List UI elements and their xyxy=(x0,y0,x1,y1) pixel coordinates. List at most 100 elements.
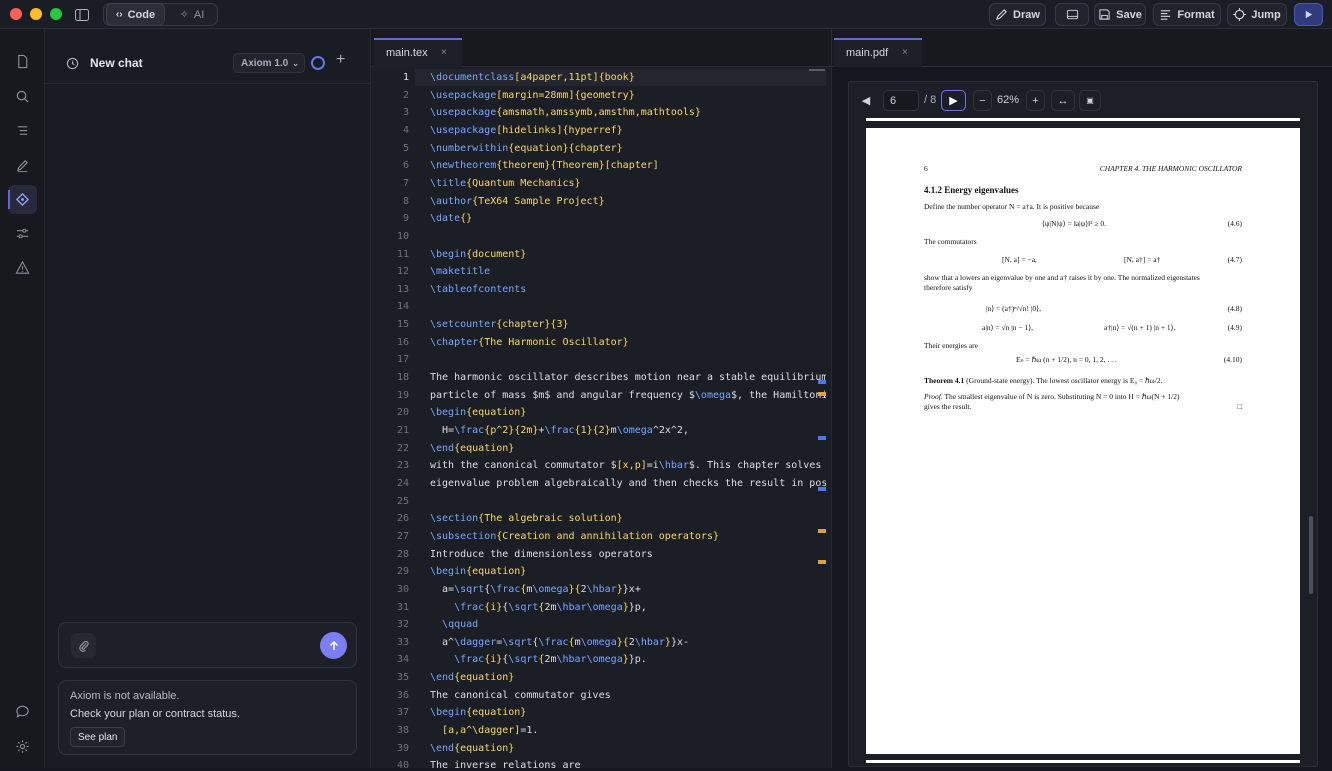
zoom-in-button[interactable]: + xyxy=(1026,90,1045,111)
code-line[interactable]: \usepackage[margin=28mm]{geometry} xyxy=(430,90,635,101)
code-line[interactable]: \begin{equation} xyxy=(430,707,526,718)
code-area[interactable]: \documentclass[a4paper,11pt]{book} \usepa… xyxy=(430,69,826,768)
rail-feedback[interactable] xyxy=(8,697,37,726)
ai-mode-button[interactable]: ✧ AI xyxy=(170,3,214,26)
see-plan-button[interactable]: See plan xyxy=(70,727,126,747)
scroll-marker xyxy=(818,529,826,533)
fit-width-button[interactable]: ↔ xyxy=(1051,90,1075,111)
send-button[interactable] xyxy=(320,632,347,659)
code-line[interactable]: \newtheorem{theorem}{Theorem}[chapter] xyxy=(430,160,659,171)
code-line[interactable]: \section{The algebraic solution} xyxy=(430,513,623,524)
chat-composer[interactable] xyxy=(58,622,357,668)
tab-main-pdf[interactable]: main.pdf xyxy=(834,38,922,67)
code-line[interactable]: with the canonical commutator $[x,p]=i\h… xyxy=(430,460,826,471)
code-line[interactable]: \end{equation} xyxy=(430,672,514,683)
paragraph: The commutators xyxy=(924,237,977,246)
code-line[interactable]: \begin{document} xyxy=(430,249,526,260)
rail-outline[interactable] xyxy=(8,116,37,145)
rail-ai[interactable] xyxy=(8,185,37,214)
close-tab-icon[interactable]: × xyxy=(441,47,447,58)
code-line[interactable]: \numberwithin{equation}{chapter} xyxy=(430,143,623,154)
line-number: 8 xyxy=(402,195,409,207)
line-number: 38 xyxy=(396,725,409,737)
sidebar-toggle-icon[interactable] xyxy=(73,7,90,22)
code-line[interactable]: \chapter{The Harmonic Oscillator} xyxy=(430,337,629,348)
new-chat-plus-icon[interactable]: + xyxy=(336,51,345,69)
zoom-window-button[interactable] xyxy=(50,8,62,20)
jump-button[interactable]: Jump xyxy=(1227,3,1287,26)
run-button[interactable] xyxy=(1294,3,1323,26)
code-line[interactable]: a=\sqrt{\frac{m\omega}{2\hbar}}x+ xyxy=(430,584,641,595)
close-tab-icon[interactable]: × xyxy=(902,47,908,58)
code-line[interactable]: a^\dagger=\sqrt{\frac{m\omega}{2\hbar}}x… xyxy=(430,637,689,648)
code-line[interactable]: particle of mass $m$ and angular frequen… xyxy=(430,390,826,401)
play-icon xyxy=(1305,10,1313,19)
code-line[interactable]: \frac{i}{\sqrt{2m\hbar\omega}}p, xyxy=(430,602,647,613)
code-line[interactable]: \frac{i}{\sqrt{2m\hbar\omega}}p. xyxy=(430,654,647,665)
code-line[interactable]: \author{TeX64 Sample Project} xyxy=(430,196,605,207)
code-line[interactable]: \tableofcontents xyxy=(430,284,526,295)
rail-draw[interactable] xyxy=(8,151,37,180)
close-window-button[interactable] xyxy=(10,8,22,20)
fit-width-icon: ↔ xyxy=(1057,94,1069,107)
minus-icon: − xyxy=(979,94,986,107)
format-lines-icon xyxy=(1161,10,1171,20)
page-header-chapter: CHAPTER 4. THE HARMONIC OSCILLATOR xyxy=(1099,164,1242,173)
code-icon: ‹› xyxy=(115,9,123,20)
prev-page-button[interactable]: ◀ xyxy=(853,90,879,111)
rail-files[interactable] xyxy=(8,47,37,76)
line-number: 1 xyxy=(402,72,409,83)
draw-button[interactable]: Draw xyxy=(989,3,1046,26)
code-line[interactable]: \maketitle xyxy=(430,266,490,277)
code-line[interactable]: Introduce the dimensionless operators xyxy=(430,549,653,560)
line-number: 18 xyxy=(396,372,409,384)
line-number: 26 xyxy=(396,513,409,525)
code-line[interactable]: \end{equation} xyxy=(430,443,514,454)
code-line[interactable]: \documentclass[a4paper,11pt]{book} xyxy=(430,72,635,83)
model-selector[interactable]: Axiom 1.0 ⌄ xyxy=(233,53,305,73)
code-line[interactable]: \subsection{Creation and annihilation op… xyxy=(430,531,719,542)
rail-problems[interactable] xyxy=(8,253,37,282)
code-line[interactable]: \date{} xyxy=(430,213,472,224)
code-mode-button[interactable]: ‹› Code xyxy=(106,3,165,26)
fit-page-icon: ▣ xyxy=(1086,96,1094,105)
rail-search[interactable] xyxy=(8,82,37,111)
code-line[interactable]: \begin{equation} xyxy=(430,407,526,418)
code-line[interactable]: \end{equation} xyxy=(430,743,514,754)
pdf-scrollbar[interactable] xyxy=(1309,516,1313,594)
activity-rail xyxy=(0,29,45,768)
code-line[interactable]: \begin{equation} xyxy=(430,566,526,577)
code-line[interactable]: H=\frac{p^2}{2m}+\frac{1}{2}m\omega^2x^2… xyxy=(430,425,689,436)
code-line[interactable]: eigenvalue problem algebraically and the… xyxy=(430,478,826,489)
code-line[interactable]: The canonical commutator gives xyxy=(430,690,611,701)
code-line[interactable]: The harmonic oscillator describes motion… xyxy=(430,372,826,383)
format-button[interactable]: Format xyxy=(1153,3,1221,26)
line-number: 7 xyxy=(402,177,409,189)
page-number-input[interactable]: 6 xyxy=(883,90,919,111)
equation: ⟨ψ|N|ψ⟩ = ‖a|ψ⟩‖² ≥ 0. xyxy=(1042,219,1107,228)
context-ring-icon[interactable] xyxy=(311,56,325,70)
layout-button[interactable] xyxy=(1055,3,1089,26)
code-line[interactable]: \usepackage{amsmath,amssymb,amsthm,matht… xyxy=(430,107,701,118)
code-line[interactable]: [a,a^\dagger]=1. xyxy=(430,725,538,736)
code-line[interactable]: \setcounter{chapter}{3} xyxy=(430,319,568,330)
minimize-window-button[interactable] xyxy=(30,8,42,20)
tab-main-tex[interactable]: main.tex xyxy=(374,38,462,67)
code-line[interactable]: \title{Quantum Mechanics} xyxy=(430,178,581,189)
next-page-button[interactable]: ▶ xyxy=(941,90,966,111)
next-page-edge xyxy=(866,760,1300,763)
page-header-number: 6 xyxy=(924,164,928,173)
fit-page-button[interactable]: ▣ xyxy=(1079,90,1101,111)
attach-button[interactable] xyxy=(71,633,96,658)
rail-settings-sliders[interactable] xyxy=(8,219,37,248)
zoom-out-button[interactable]: − xyxy=(973,90,992,111)
code-line[interactable]: \usepackage[hidelinks]{hyperref} xyxy=(430,125,623,136)
line-number: 31 xyxy=(396,601,409,613)
code-line[interactable]: \qquad xyxy=(430,619,478,630)
code-line[interactable]: The inverse relations are xyxy=(430,760,581,768)
line-number: 36 xyxy=(396,689,409,701)
save-button[interactable]: Save xyxy=(1094,3,1146,26)
history-icon[interactable] xyxy=(65,56,79,70)
line-number: 25 xyxy=(396,495,409,507)
rail-settings[interactable] xyxy=(8,732,37,761)
